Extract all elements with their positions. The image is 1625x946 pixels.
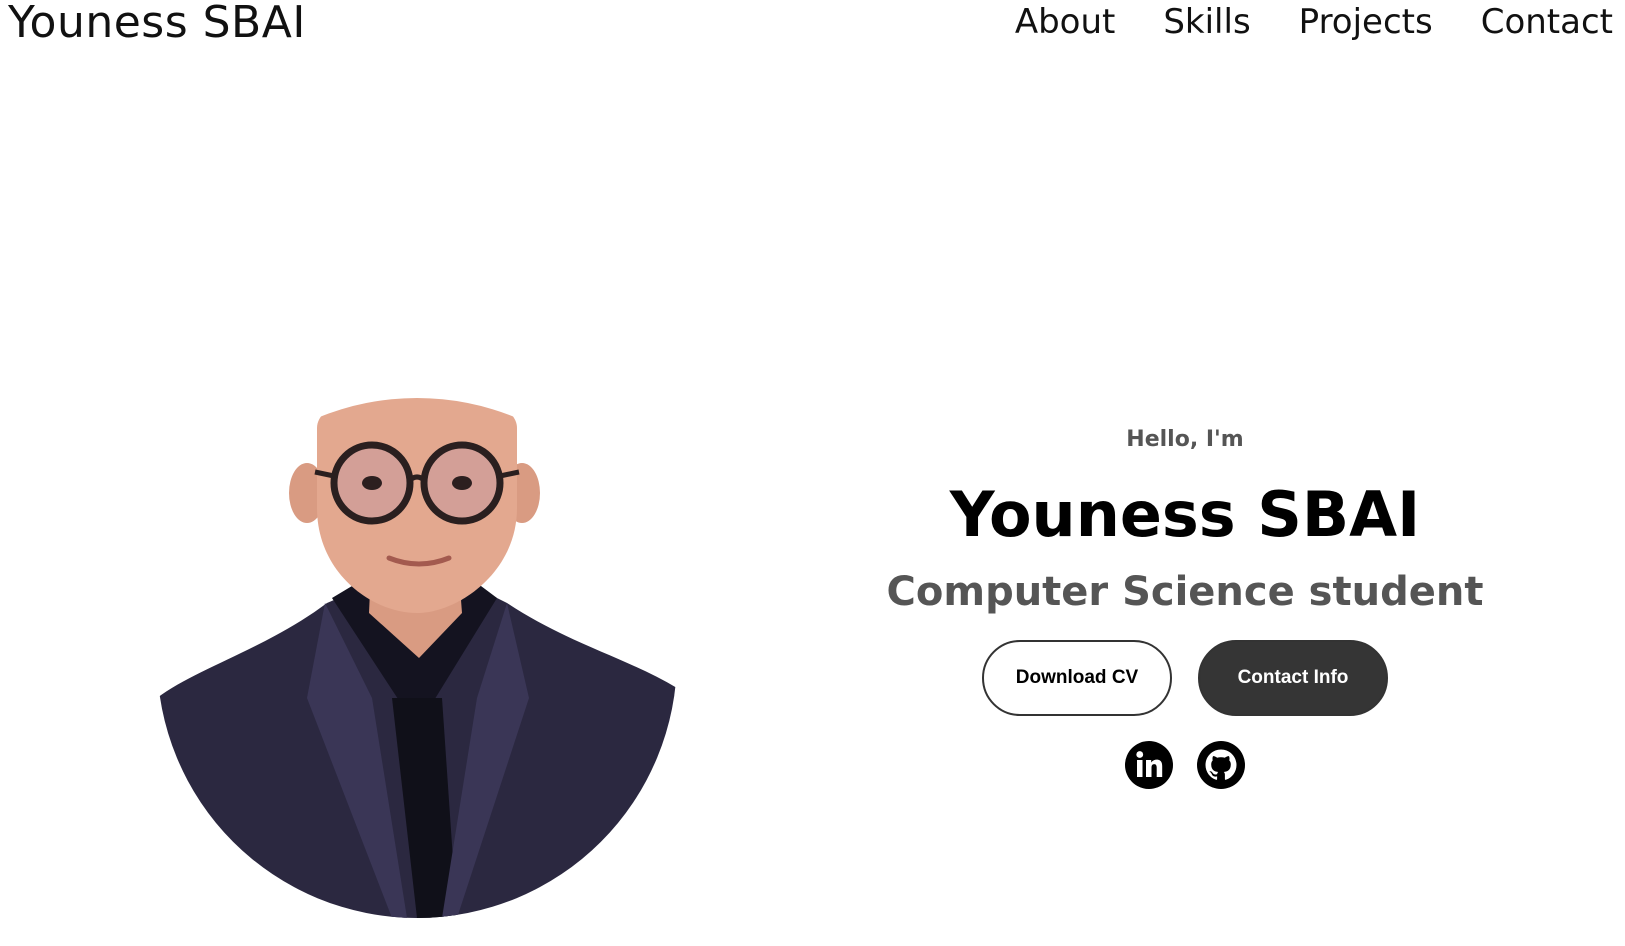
top-nav: Youness SBAI About Skills Projects Conta…: [0, 0, 1625, 60]
github-icon[interactable]: [1196, 740, 1246, 790]
nav-links: About Skills Projects Contact: [1015, 0, 1613, 50]
nav-link-skills[interactable]: Skills: [1163, 0, 1250, 50]
nav-item-about: About: [1015, 0, 1116, 50]
social-links: [820, 740, 1550, 790]
profile-portrait-illustration: [157, 398, 677, 918]
contact-info-button[interactable]: Contact Info: [1198, 640, 1388, 716]
hero-name: Youness SBAI: [949, 478, 1421, 551]
site-logo[interactable]: Youness SBAI: [8, 0, 306, 53]
download-cv-button[interactable]: Download CV: [982, 640, 1172, 716]
nav-item-projects: Projects: [1299, 0, 1433, 50]
hero-buttons: Download CV Contact Info: [820, 640, 1550, 716]
hero-role: Computer Science student: [886, 569, 1484, 615]
nav-item-contact: Contact: [1481, 0, 1613, 50]
linkedin-icon[interactable]: [1124, 740, 1174, 790]
greeting-text: Hello, I'm: [1126, 427, 1244, 452]
hero-section: Hello, I'm Youness SBAI Computer Science…: [820, 420, 1550, 790]
nav-link-projects[interactable]: Projects: [1299, 0, 1433, 50]
nav-link-contact[interactable]: Contact: [1481, 0, 1613, 50]
profile-picture: [157, 398, 677, 918]
nav-link-about[interactable]: About: [1015, 0, 1116, 50]
nav-item-skills: Skills: [1163, 0, 1250, 50]
